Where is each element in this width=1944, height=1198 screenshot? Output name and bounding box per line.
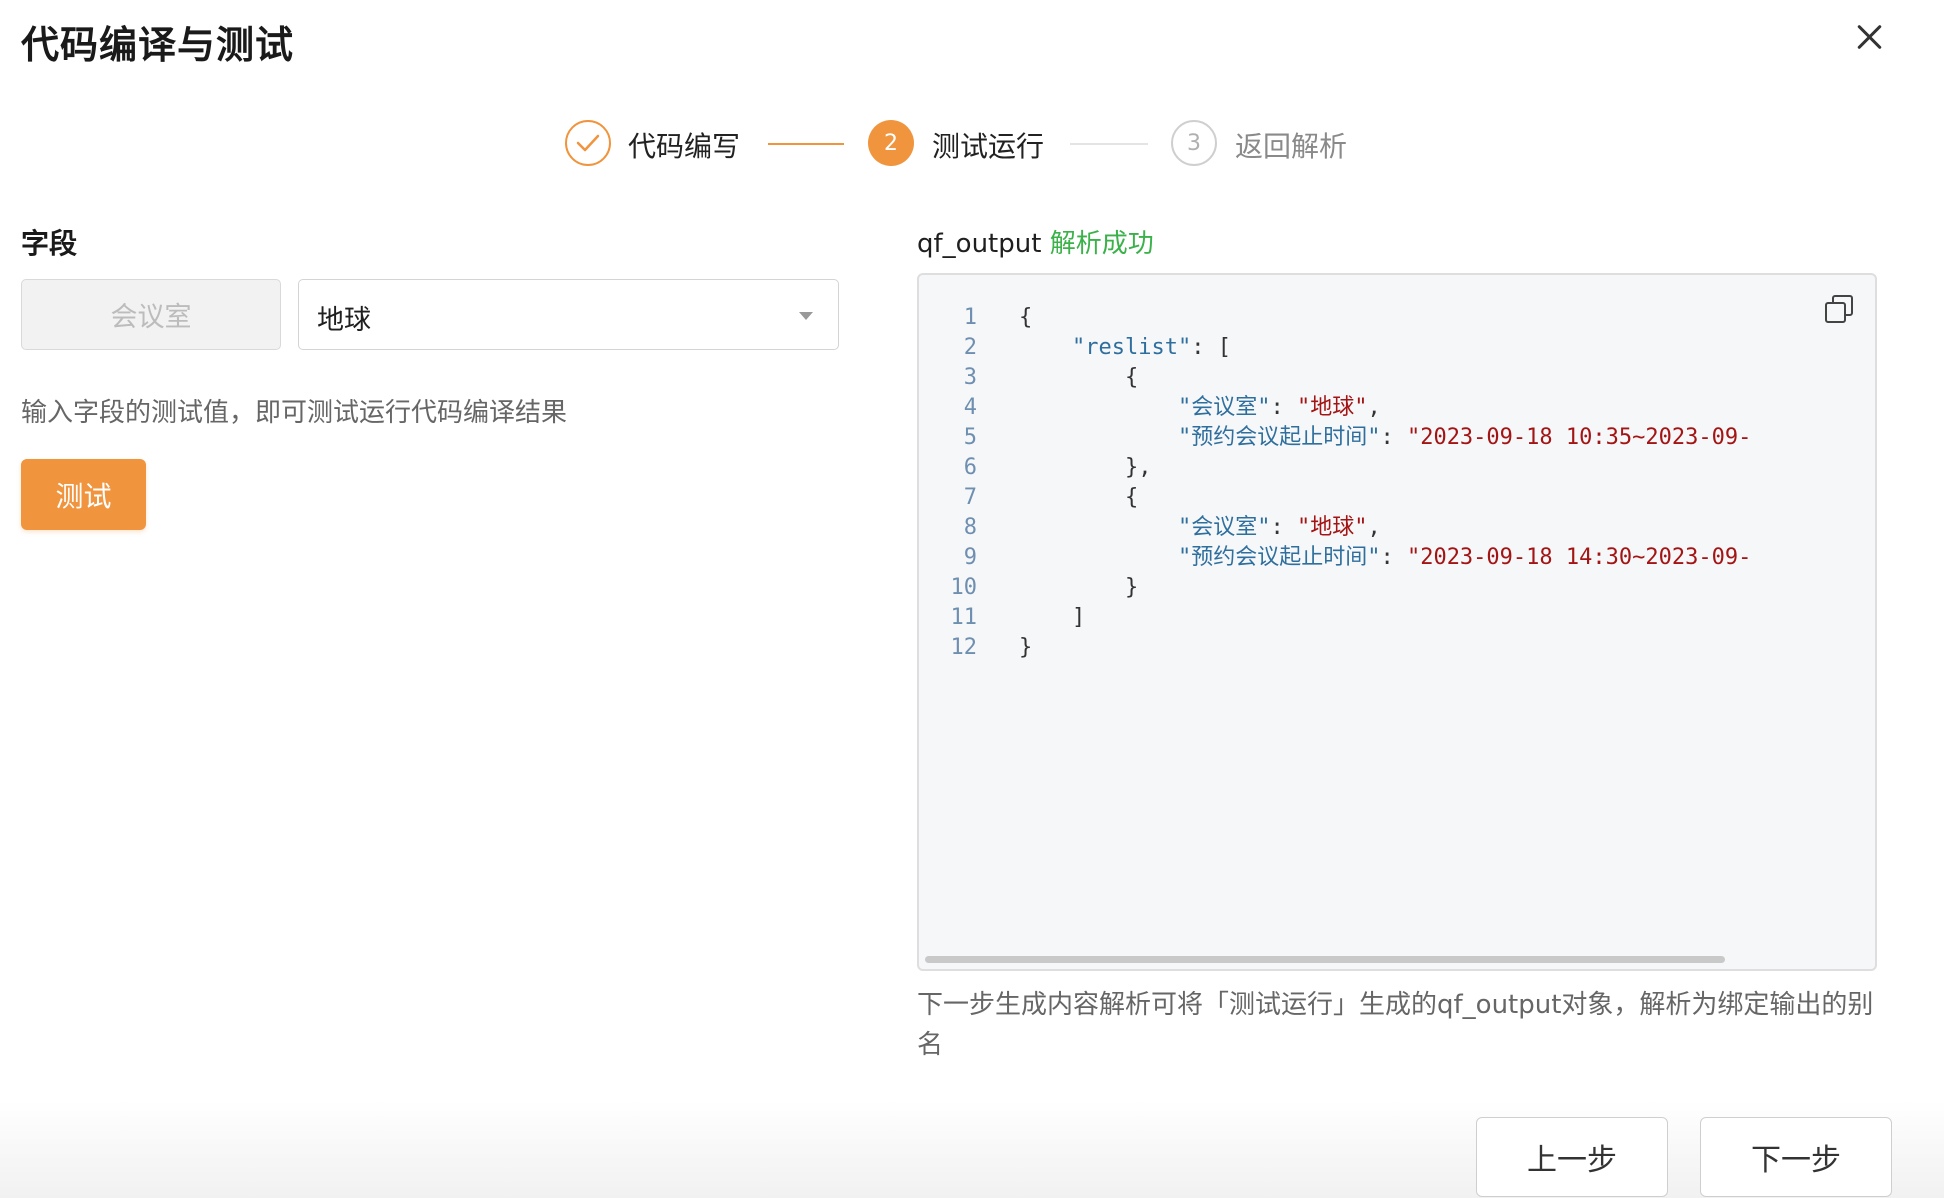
code-line: 7 { (919, 483, 1875, 513)
json-punctuation: : (1270, 395, 1297, 420)
line-number: 11 (950, 605, 978, 630)
code-line: 11 ] (919, 603, 1875, 633)
json-punctuation: { (1124, 365, 1139, 390)
json-punctuation: }, (1124, 455, 1152, 480)
json-string: "2023-09-18 10:35~2023-09- (1406, 425, 1752, 450)
step-2-number: 2 (868, 120, 914, 166)
code-line: 10 } (919, 573, 1875, 603)
code-text: "reslist": [ (1019, 333, 1231, 363)
json-punctuation: ] (1071, 605, 1086, 630)
code-text: "会议室": "地球", (1019, 393, 1381, 423)
step-1-check-icon (565, 120, 611, 166)
line-number: 3 (963, 365, 977, 390)
chevron-down-icon (799, 312, 813, 320)
json-punctuation: : (1380, 425, 1407, 450)
code-line: 9 "预约会议起止时间": "2023-09-18 14:30~2023-09- (919, 543, 1875, 573)
select-value: 地球 (317, 305, 371, 336)
step-3-label: 返回解析 (1235, 130, 1348, 163)
code-line: 5 "预约会议起止时间": "2023-09-18 10:35~2023-09- (919, 423, 1875, 453)
json-punctuation: : [ (1191, 335, 1231, 360)
prev-step-button[interactable]: 上一步 (1476, 1117, 1668, 1197)
json-punctuation: , (1367, 515, 1381, 540)
output-note: 下一步生成内容解析可将「测试运行」生成的qf_output对象，解析为绑定输出的… (917, 990, 1874, 1060)
line-number: 10 (950, 575, 978, 600)
code-text: { (1019, 483, 1138, 513)
hint-text: 输入字段的测试值，即可测试运行代码编译结果 (21, 398, 568, 428)
step-connector-2 (1070, 143, 1148, 145)
code-line: 2 "reslist": [ (919, 333, 1875, 363)
json-punctuation: } (1019, 635, 1033, 660)
json-punctuation: { (1019, 305, 1033, 330)
json-punctuation: , (1367, 395, 1381, 420)
code-line: 3 { (919, 363, 1875, 393)
code-text: { (1019, 363, 1138, 393)
line-number: 12 (950, 635, 978, 660)
code-text: }, (1019, 453, 1152, 483)
json-punctuation: : (1270, 515, 1297, 540)
line-number: 2 (963, 335, 977, 360)
output-label: qf_output 解析成功 (917, 223, 1154, 260)
test-button[interactable]: 测试 (21, 459, 146, 530)
field-name-input: 会议室 (21, 279, 281, 350)
code-line: 1{ (919, 303, 1875, 333)
json-key: "会议室" (1177, 395, 1271, 420)
code-line: 6 }, (919, 453, 1875, 483)
output-name: qf_output (917, 229, 1042, 259)
code-text: } (1019, 573, 1138, 603)
line-number: 7 (963, 485, 977, 510)
code-text: "预约会议起止时间": "2023-09-18 14:30~2023-09- (1019, 543, 1751, 573)
line-number: 6 (963, 455, 977, 480)
code-text: ] (1019, 603, 1085, 633)
close-icon[interactable] (1852, 20, 1886, 54)
json-punctuation: { (1124, 485, 1139, 510)
json-key: "reslist" (1071, 335, 1192, 360)
dialog-title: 代码编译与测试 (21, 23, 295, 67)
json-punctuation: : (1380, 545, 1407, 570)
code-text: "会议室": "地球", (1019, 513, 1381, 543)
field-section-title: 字段 (21, 227, 78, 260)
line-number: 4 (963, 395, 977, 420)
code-text: { (1019, 303, 1032, 333)
json-key: "预约会议起止时间" (1177, 425, 1381, 450)
code-content: 1{2 "reslist": [3 {4 "会议室": "地球", 5 "预约会议… (919, 303, 1875, 663)
line-number: 9 (963, 545, 977, 570)
code-line: 4 "会议室": "地球", (919, 393, 1875, 423)
line-number: 8 (963, 515, 977, 540)
json-string: "地球" (1296, 395, 1368, 420)
line-number: 5 (963, 425, 977, 450)
json-key: "会议室" (1177, 515, 1271, 540)
code-output-panel[interactable]: 1{2 "reslist": [3 {4 "会议室": "地球", 5 "预约会议… (917, 273, 1877, 971)
step-2-label: 测试运行 (932, 130, 1045, 163)
step-3-number: 3 (1171, 120, 1217, 166)
json-punctuation: } (1124, 575, 1139, 600)
field-value-select[interactable]: 地球 (298, 279, 839, 350)
parse-status: 解析成功 (1049, 229, 1154, 259)
json-key: "预约会议起止时间" (1177, 545, 1381, 570)
code-line: 8 "会议室": "地球", (919, 513, 1875, 543)
json-string: "2023-09-18 14:30~2023-09- (1406, 545, 1752, 570)
json-string: "地球" (1296, 515, 1368, 540)
code-text: } (1019, 633, 1032, 663)
next-step-button[interactable]: 下一步 (1700, 1117, 1892, 1197)
code-line: 12} (919, 633, 1875, 663)
line-number: 1 (963, 305, 977, 330)
step-connector-1 (768, 143, 844, 145)
code-text: "预约会议起止时间": "2023-09-18 10:35~2023-09- (1019, 423, 1751, 453)
step-1-label: 代码编写 (628, 130, 741, 163)
horizontal-scrollbar[interactable] (925, 956, 1725, 963)
